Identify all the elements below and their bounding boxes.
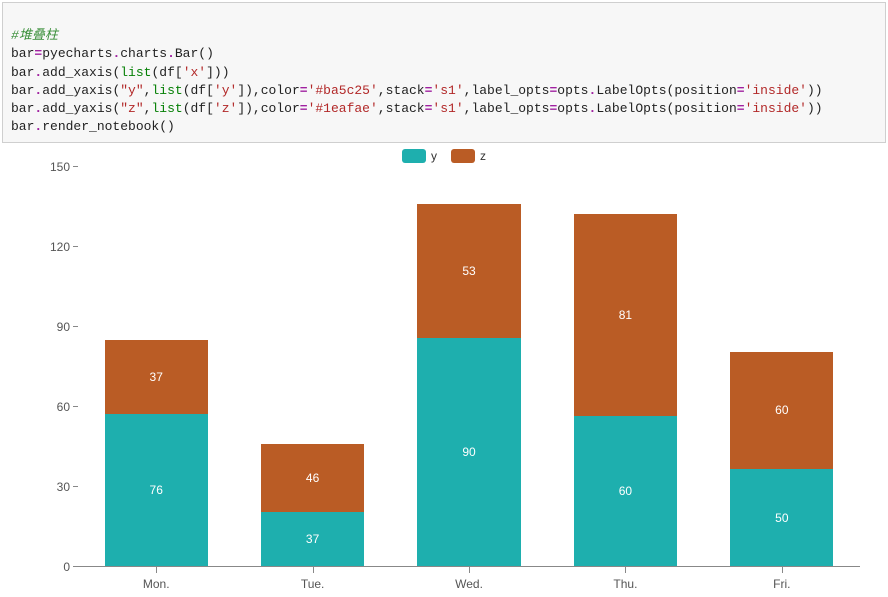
bar-segment-y[interactable]: 76	[105, 414, 208, 566]
y-tick-label: 0	[20, 560, 70, 574]
chart-legend: y z	[0, 149, 888, 163]
bar-slot: 9053	[391, 167, 547, 566]
bar-stack[interactable]: 9053	[417, 186, 520, 566]
bar-segment-y[interactable]: 90	[417, 338, 520, 566]
x-tick-label: Tue.	[234, 567, 390, 597]
bar-slot: 7637	[78, 167, 234, 566]
bar-segment-z[interactable]: 37	[105, 340, 208, 414]
bar-segment-y[interactable]: 50	[730, 469, 833, 567]
y-tick-label: 60	[20, 400, 70, 414]
code-line-2: bar=pyecharts.charts.Bar()	[11, 46, 214, 61]
plot-area: 76373746905360815060	[78, 167, 860, 567]
code-line-5: bar.add_yaxis("z",list(df['z']),color='#…	[11, 101, 823, 116]
x-axis: Mon.Tue.Wed.Thu.Fri.	[78, 567, 860, 597]
bar-segment-z[interactable]: 81	[574, 214, 677, 417]
bar-slot: 6081	[547, 167, 703, 566]
x-tick-label: Mon.	[78, 567, 234, 597]
bar-stack[interactable]: 7637	[105, 266, 208, 567]
bar-segment-z[interactable]: 46	[261, 444, 364, 512]
legend-label: z	[480, 149, 486, 163]
bar-slot: 3746	[234, 167, 390, 566]
bars-container: 76373746905360815060	[78, 167, 860, 566]
code-block: #堆叠柱 bar=pyecharts.charts.Bar() bar.add_…	[2, 2, 886, 143]
bar-segment-z[interactable]: 53	[417, 204, 520, 338]
bar-slot: 5060	[704, 167, 860, 566]
y-tick-label: 120	[20, 240, 70, 254]
x-tick-label: Fri.	[704, 567, 860, 597]
bar-stack[interactable]: 6081	[574, 191, 677, 566]
chart: 0306090120150 76373746905360815060 Mon.T…	[18, 167, 870, 597]
legend-item-z[interactable]: z	[451, 149, 486, 163]
y-tick-label: 90	[20, 320, 70, 334]
code-line-6: bar.render_notebook()	[11, 119, 175, 134]
x-tick-label: Thu.	[547, 567, 703, 597]
bar-stack[interactable]: 3746	[261, 346, 364, 567]
bar-segment-y[interactable]: 60	[574, 416, 677, 566]
code-comment: #堆叠柱	[11, 28, 58, 43]
x-tick-label: Wed.	[391, 567, 547, 597]
legend-swatch-y	[402, 149, 426, 163]
y-tick-label: 30	[20, 480, 70, 494]
bar-segment-z[interactable]: 60	[730, 352, 833, 469]
code-line-4: bar.add_yaxis("y",list(df['y']),color='#…	[11, 83, 823, 98]
legend-label: y	[431, 149, 437, 163]
y-axis: 0306090120150	[18, 167, 78, 567]
legend-swatch-z	[451, 149, 475, 163]
bar-stack[interactable]: 5060	[730, 274, 833, 567]
bar-segment-y[interactable]: 37	[261, 512, 364, 566]
code-line-3: bar.add_xaxis(list(df['x']))	[11, 65, 230, 80]
legend-item-y[interactable]: y	[402, 149, 437, 163]
y-tick-label: 150	[20, 160, 70, 174]
